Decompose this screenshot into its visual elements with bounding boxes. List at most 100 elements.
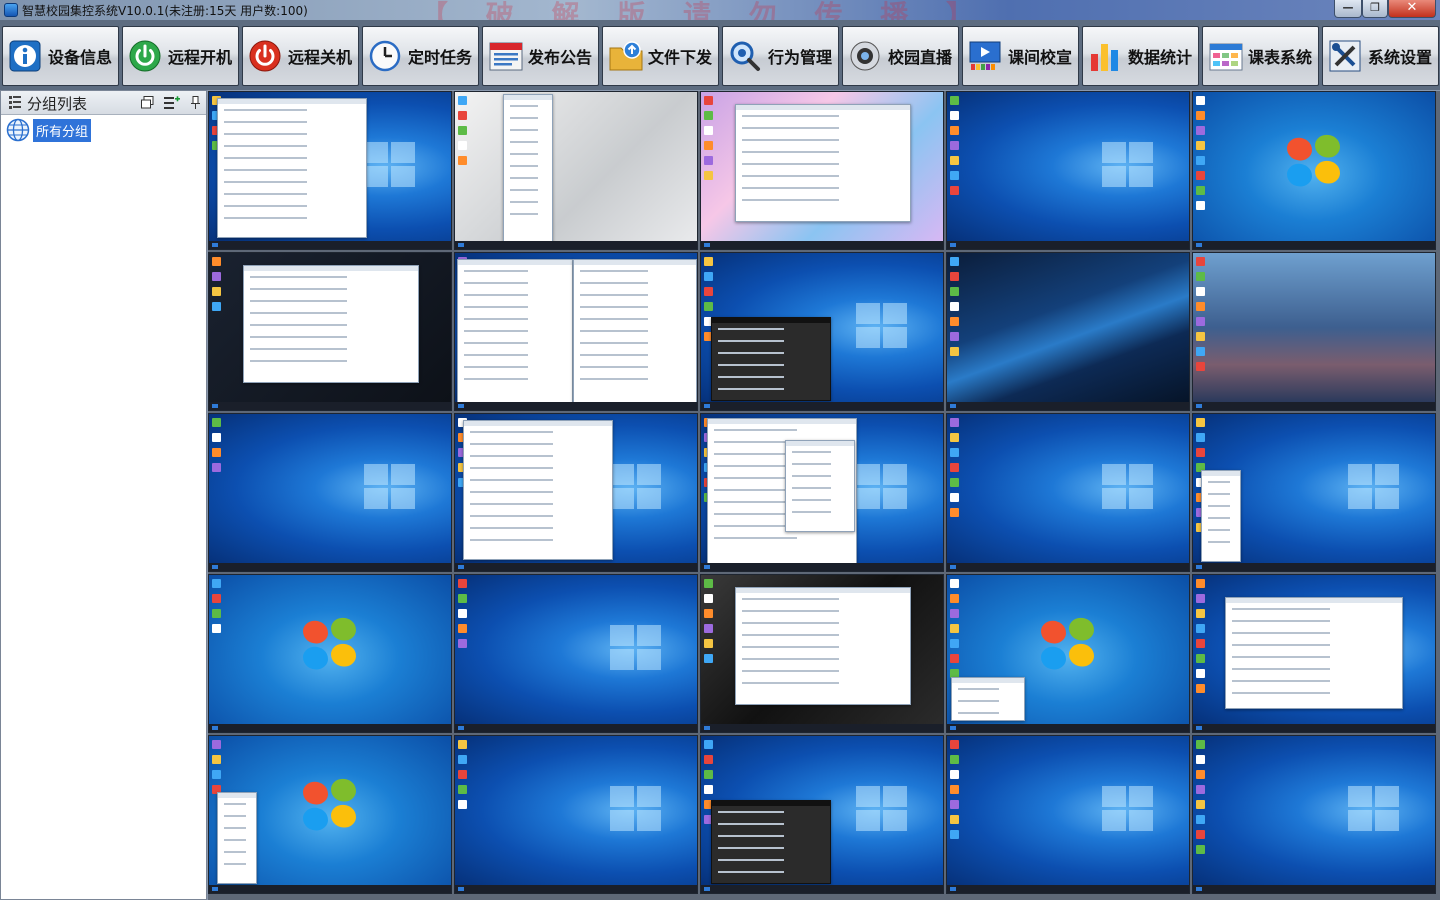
app-window-preview — [951, 677, 1025, 721]
desktop-icons — [211, 740, 223, 800]
desktop-wallpaper — [947, 253, 1189, 402]
toolbar-button-device-info[interactable]: 设备信息 — [2, 26, 119, 86]
client-thumbnail[interactable] — [1192, 252, 1436, 411]
client-thumbnail[interactable] — [946, 252, 1190, 411]
desktop-icons — [211, 257, 223, 317]
client-thumbnail[interactable] — [700, 252, 944, 411]
taskbar — [701, 724, 943, 732]
toolbar-button-break-broadcast[interactable]: 课间校宣 — [962, 26, 1079, 86]
app-window-preview — [503, 94, 553, 244]
client-thumbnail[interactable] — [454, 574, 698, 733]
client-thumbnail[interactable] — [700, 91, 944, 250]
windows-logo-icon — [1348, 786, 1400, 832]
power-on-icon — [129, 40, 161, 72]
client-thumbnail[interactable] — [208, 574, 452, 733]
client-thumbnail[interactable] — [1192, 574, 1436, 733]
calendar-grid-icon — [1209, 40, 1243, 72]
client-thumbnail[interactable] — [454, 735, 698, 894]
toolbar-button-file-distribution[interactable]: 文件下发 — [602, 26, 719, 86]
app-window-preview — [1201, 470, 1241, 562]
restore-icon: ❐ — [1370, 1, 1380, 14]
client-thumbnail[interactable] — [1192, 413, 1436, 572]
client-thumbnail[interactable] — [946, 574, 1190, 733]
desktop-wallpaper — [1193, 253, 1435, 402]
globe-icon — [6, 118, 30, 142]
toolbar-button-remote-shutdown[interactable]: 远程关机 — [242, 26, 359, 86]
toolbar-button-announcement[interactable]: 发布公告 — [482, 26, 599, 86]
windows-logo-icon — [1041, 616, 1097, 674]
taskbar — [947, 885, 1189, 893]
app-window-preview — [463, 420, 613, 560]
windows-logo-icon — [856, 464, 908, 510]
desktop-icons — [949, 418, 961, 523]
toolbar-label: 远程开机 — [168, 48, 233, 67]
toolbar-button-behavior-management[interactable]: 行为管理 — [722, 26, 839, 86]
taskbar — [1193, 563, 1435, 571]
pin-icon[interactable] — [189, 96, 202, 109]
notice-icon — [489, 40, 523, 72]
taskbar — [455, 402, 697, 410]
camera-icon — [849, 40, 881, 72]
taskbar — [947, 724, 1189, 732]
desktop-icons — [703, 96, 715, 186]
client-thumbnail[interactable] — [208, 91, 452, 250]
toolbar-button-timetable[interactable]: 课表系统 — [1202, 26, 1319, 86]
app-window-preview — [243, 265, 419, 383]
taskbar — [209, 563, 451, 571]
windows-logo-icon — [1102, 786, 1154, 832]
group-list-title: 分组列表 — [27, 95, 88, 113]
windows-logo-icon — [856, 303, 908, 349]
client-thumbnail[interactable] — [1192, 91, 1436, 250]
client-thumbnail[interactable] — [946, 91, 1190, 250]
app-window: 【 破 解 版 请 勿 传 播 】 智慧校园集控系统V10.0.1(未注册:15… — [0, 0, 1440, 900]
list-icon — [9, 96, 21, 109]
taskbar — [701, 885, 943, 893]
toolbar-button-scheduled-task[interactable]: 定时任务 — [362, 26, 479, 86]
restore-panel-icon[interactable] — [141, 96, 154, 109]
taskbar — [209, 402, 451, 410]
app-window-preview — [711, 800, 831, 884]
toolbar-button-statistics[interactable]: 数据统计 — [1082, 26, 1199, 86]
taskbar — [1193, 241, 1435, 249]
client-thumbnail[interactable] — [946, 735, 1190, 894]
taskbar — [1193, 724, 1435, 732]
toolbar-label: 课间校宣 — [1008, 48, 1073, 67]
client-thumbnail[interactable] — [454, 413, 698, 572]
maximize-button[interactable]: ❐ — [1362, 0, 1388, 18]
client-thumbnail[interactable] — [454, 252, 698, 411]
close-button[interactable]: ✕ — [1388, 0, 1436, 18]
windows-logo-icon — [303, 616, 359, 674]
taskbar — [1193, 402, 1435, 410]
toolbar-button-settings[interactable]: 系统设置 — [1322, 26, 1439, 86]
client-thumbnail[interactable] — [208, 252, 452, 411]
client-thumbnail[interactable] — [946, 413, 1190, 572]
toolbar-button-remote-boot[interactable]: 远程开机 — [122, 26, 239, 86]
taskbar — [701, 402, 943, 410]
windows-logo-icon — [303, 777, 359, 835]
client-thumbnail[interactable] — [208, 413, 452, 572]
client-thumbnail[interactable] — [454, 91, 698, 250]
desktop-icons — [1195, 579, 1207, 699]
taskbar — [209, 724, 451, 732]
client-thumbnail[interactable] — [1192, 735, 1436, 894]
client-thumbnail[interactable] — [208, 735, 452, 894]
toolbar-button-campus-live[interactable]: 校园直播 — [842, 26, 959, 86]
taskbar — [455, 563, 697, 571]
taskbar — [455, 724, 697, 732]
toolbar-label: 数据统计 — [1128, 48, 1193, 67]
title-watermark: 【 破 解 版 请 勿 传 播 】 — [420, 0, 988, 20]
desktop-icons — [1195, 740, 1207, 860]
desktop-icons — [703, 579, 715, 669]
add-group-icon[interactable] — [164, 96, 180, 109]
client-thumbnail[interactable] — [700, 574, 944, 733]
taskbar — [947, 563, 1189, 571]
taskbar — [455, 241, 697, 249]
toolbar-label: 定时任务 — [408, 48, 473, 67]
minimize-button[interactable]: — — [1334, 0, 1362, 18]
client-thumbnail[interactable] — [700, 413, 944, 572]
group-item-all[interactable]: 所有分组 — [6, 118, 92, 142]
client-thumbnail[interactable] — [700, 735, 944, 894]
main-toolbar: 设备信息 远程开机 远程关机 定时任务 发布公告 文件下发 行为管理 校园直播 … — [0, 20, 1440, 90]
clock-icon — [369, 40, 401, 72]
taskbar — [455, 885, 697, 893]
